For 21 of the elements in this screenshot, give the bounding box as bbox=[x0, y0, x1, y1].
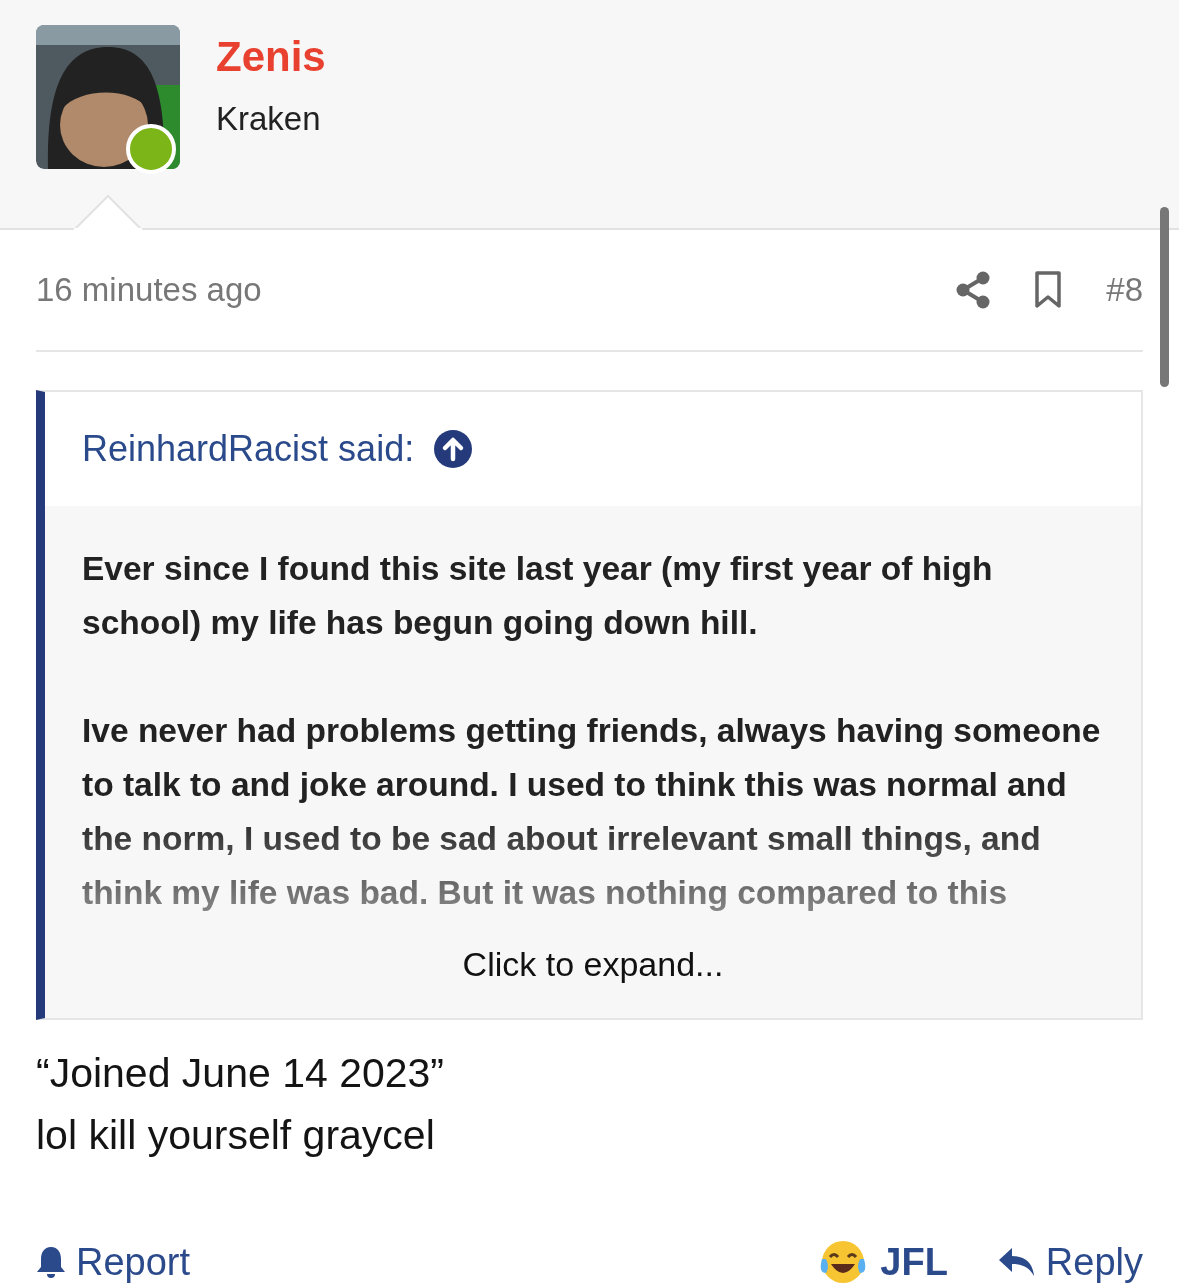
reply-button[interactable]: Reply bbox=[997, 1240, 1143, 1284]
laughing-emoji-icon bbox=[820, 1239, 867, 1285]
message-line: lol kill yourself graycel bbox=[36, 1111, 436, 1160]
post-number[interactable]: #8 bbox=[1106, 271, 1143, 309]
reaction-button[interactable]: JFL bbox=[820, 1239, 948, 1285]
share-icon[interactable] bbox=[956, 271, 991, 309]
post-timestamp[interactable]: 16 minutes ago bbox=[36, 271, 957, 309]
username[interactable]: Zenis bbox=[216, 33, 326, 81]
bookmark-icon[interactable] bbox=[1034, 271, 1063, 309]
quote-author-link[interactable]: ReinhardRacist said: bbox=[82, 428, 415, 470]
user-title: Kraken bbox=[216, 99, 322, 139]
expand-link[interactable]: Click to expand... bbox=[462, 945, 724, 983]
bell-icon bbox=[36, 1245, 66, 1279]
reply-arrow-icon bbox=[997, 1247, 1036, 1277]
scrollbar[interactable] bbox=[1160, 207, 1169, 387]
quoted-paragraph: Ive never had problems getting friends, always having someone to talk to and joke around. I used to think this was normal and the norm, I used to be sad about irrelevant small things, and think my life was bad. But it was nothing compared to this bbox=[82, 711, 1101, 913]
arrow-up-icon[interactable] bbox=[434, 430, 473, 468]
quoted-paragraph: Ever since I found this site last year (my first year of high school) my life has begun going down hill. bbox=[82, 549, 994, 643]
report-button[interactable]: Report bbox=[36, 1240, 191, 1284]
avatar[interactable] bbox=[36, 25, 180, 169]
message-line: “Joined June 14 2023” bbox=[36, 1049, 446, 1098]
